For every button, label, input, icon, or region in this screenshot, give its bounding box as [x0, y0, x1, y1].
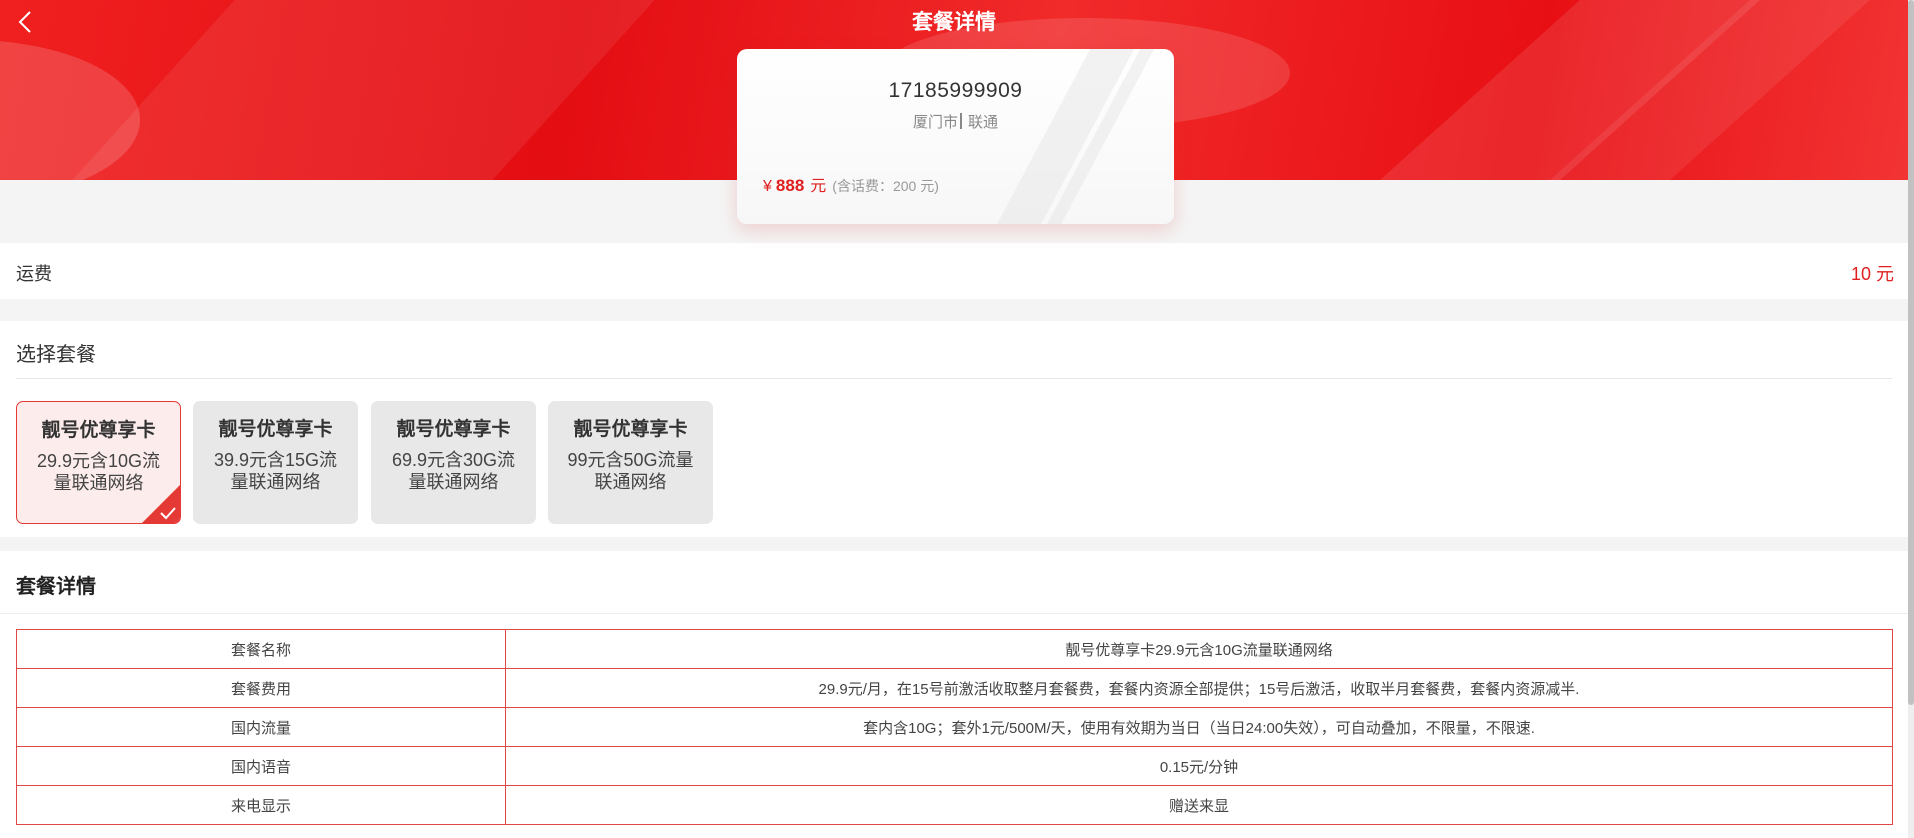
plan-picker-title: 选择套餐 [16, 344, 96, 366]
divider [960, 113, 962, 129]
price-note: (含话费：200 元) [832, 178, 939, 194]
number-card: 17185999909 厦门市 联通 ¥888 元 (含话费：200 元) [737, 49, 1174, 224]
plan-option[interactable]: 靓号优尊享卡 69.9元含30G流量联通网络 [371, 401, 536, 524]
table-value: 赠送来显 [505, 785, 1893, 825]
table-key: 国内语音 [16, 746, 506, 786]
table-row: 国内流量 套内含10G；套外1元/500M/天，使用有效期为当日（当日24:00… [16, 707, 1893, 747]
plan-option-desc: 39.9元含15G流量联通网络 [213, 450, 338, 492]
table-key: 国内流量 [16, 707, 506, 747]
table-row: 套餐费用 29.9元/月，在15号前激活收取整月套餐费，套餐内资源全部提供；15… [16, 668, 1893, 708]
page-title: 套餐详情 [912, 11, 996, 34]
table-key: 套餐名称 [16, 629, 506, 669]
plan-option[interactable]: 靓号优尊享卡 39.9元含15G流量联通网络 [193, 401, 358, 524]
table-value: 靓号优尊享卡29.9元含10G流量联通网络 [505, 629, 1893, 669]
divider [0, 613, 1908, 614]
table-row: 来电显示 赠送来显 [16, 785, 1893, 825]
plan-details-title: 套餐详情 [16, 576, 96, 598]
table-key: 套餐费用 [16, 668, 506, 708]
currency-symbol: ¥ [763, 178, 772, 195]
scrollbar-thumb[interactable] [1908, 0, 1914, 705]
carrier-label: 联通 [968, 114, 999, 131]
shipping-value: 10 元 [1850, 264, 1894, 284]
shipping-label: 运费 [16, 264, 52, 284]
plan-option-name: 靓号优尊享卡 [41, 420, 156, 441]
plan-option-desc: 69.9元含30G流量联通网络 [391, 450, 516, 492]
plan-option-name: 靓号优尊享卡 [396, 419, 511, 440]
table-value: 0.15元/分钟 [505, 746, 1893, 786]
table-row: 国内语音 0.15元/分钟 [16, 746, 1893, 786]
plan-picker: 选择套餐 靓号优尊享卡 29.9元含10G流量联通网络 靓号优尊享卡 39.9元… [0, 321, 1908, 537]
plan-option-name: 靓号优尊享卡 [218, 419, 333, 440]
phone-location: 厦门市 联通 [737, 111, 1174, 132]
price-line: ¥888 元 (含话费：200 元) [763, 172, 939, 196]
checkmark-icon [160, 507, 176, 520]
phone-number: 17185999909 [888, 79, 1023, 102]
divider [16, 378, 1892, 379]
table-value: 套内含10G；套外1元/500M/天，使用有效期为当日（当日24:00失效），可… [505, 707, 1893, 747]
city-label: 厦门市 [912, 114, 958, 131]
price-unit: 元 [810, 178, 827, 195]
shipping-row: 运费 10 元 [0, 243, 1908, 299]
plan-option-name: 靓号优尊享卡 [573, 419, 688, 440]
table-value: 29.9元/月，在15号前激活收取整月套餐费，套餐内资源全部提供；15号后激活，… [505, 668, 1893, 708]
plan-option[interactable]: 靓号优尊享卡 99元含50G流量联通网络 [548, 401, 713, 524]
plan-option-desc: 99元含50G流量联通网络 [567, 450, 694, 492]
plan-details: 套餐详情 套餐名称 靓号优尊享卡29.9元含10G流量联通网络 套餐费用 29.… [0, 551, 1908, 838]
plan-details-table: 套餐名称 靓号优尊享卡29.9元含10G流量联通网络 套餐费用 29.9元/月，… [16, 629, 1893, 825]
table-row: 套餐名称 靓号优尊享卡29.9元含10G流量联通网络 [16, 629, 1893, 669]
plan-option[interactable]: 靓号优尊享卡 29.9元含10G流量联通网络 [16, 401, 181, 524]
table-key: 来电显示 [16, 785, 506, 825]
vertical-scrollbar[interactable] [1908, 0, 1914, 838]
price-value: 888 [775, 176, 805, 195]
